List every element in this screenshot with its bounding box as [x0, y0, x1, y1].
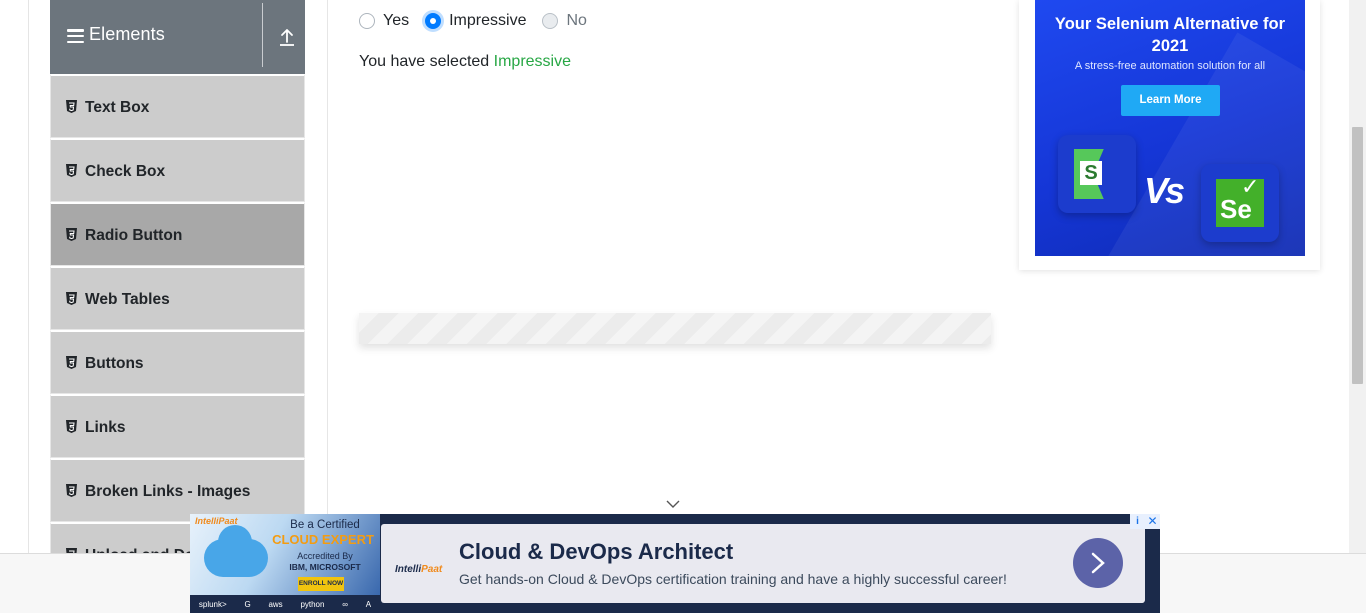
ad-cert-line3: Accredited By: [297, 551, 353, 561]
html5-icon: [66, 228, 77, 241]
sidebar-item-label: Buttons: [85, 355, 144, 372]
radio-yes-label[interactable]: Yes: [383, 12, 409, 30]
html5-icon: [66, 100, 77, 113]
right-advertisement[interactable]: Your Selenium Alternative for 2021 A str…: [1035, 0, 1305, 256]
partner-logos: splunk> G aws python ∞ A: [190, 595, 380, 613]
hamburger-icon: [67, 29, 84, 44]
result-value: Impressive: [493, 53, 571, 70]
sidebar-item-label: Links: [85, 419, 126, 436]
logo-suffix: Paat: [421, 564, 443, 575]
elements-menu: Text Box Check Box Radio Button Web Tabl…: [50, 74, 305, 586]
ad-cert-line1: Be a Certified: [290, 519, 360, 531]
sidebar-item-label: Broken Links - Images: [85, 483, 251, 500]
result-prefix: You have selected: [359, 53, 490, 70]
group-title: Elements: [89, 24, 165, 44]
selenium-logo: Se ✓: [1201, 164, 1279, 242]
ad-cert-line2: CLOUD EXPERT: [272, 532, 374, 547]
sidebar-item-label: Radio Button: [85, 227, 183, 244]
ad-banner-image: IntelliPaat Be a Certified CLOUD EXPERT …: [190, 514, 380, 613]
sidebar-item-links[interactable]: Links: [50, 394, 305, 458]
radio-impressive-circle[interactable]: [425, 13, 442, 29]
ad-cert-line4: IBM, MICROSOFT: [289, 562, 361, 572]
sidebar-item-text-box[interactable]: Text Box: [50, 74, 305, 138]
radio-yes-circle[interactable]: [359, 13, 375, 29]
partner-logo: splunk>: [198, 599, 227, 609]
collapse-up-icon[interactable]: [279, 28, 295, 46]
ad-title[interactable]: Cloud & DevOps Architect: [459, 539, 733, 565]
learn-more-button[interactable]: Learn More: [1121, 85, 1220, 116]
radio-no: No: [542, 12, 587, 30]
ad-arrow-button[interactable]: [1073, 538, 1123, 588]
sidebar-item-radio-button[interactable]: Radio Button: [50, 202, 305, 266]
vertical-scrollbar[interactable]: [1349, 0, 1366, 553]
bottom-advertisement[interactable]: IntelliPaat Be a Certified CLOUD EXPERT …: [190, 514, 1160, 613]
sidebar-item-broken-links-images[interactable]: Broken Links - Images: [50, 458, 305, 522]
chevron-down-icon[interactable]: [666, 500, 680, 509]
radio-yes[interactable]: Yes: [359, 12, 409, 30]
logo-prefix: Intelli: [395, 564, 422, 575]
partner-logo: A: [365, 599, 372, 609]
sidebar-item-label: Check Box: [85, 163, 166, 180]
scrollbar-thumb[interactable]: [1352, 127, 1363, 384]
chevron-right-icon: [1091, 552, 1105, 574]
enroll-now-badge: ENROLL NOW: [298, 577, 344, 591]
ad-brand-small: IntelliPaat: [195, 516, 238, 526]
sidebar-item-label: Text Box: [85, 99, 150, 116]
katalon-logo: S: [1058, 135, 1136, 213]
partner-logo: ∞: [342, 599, 348, 609]
html5-icon: [66, 164, 77, 177]
radio-impressive-label[interactable]: Impressive: [449, 12, 526, 30]
left-divider: [28, 0, 29, 553]
ad-description: Get hands-on Cloud & DevOps certificatio…: [459, 571, 1007, 587]
html5-icon: [66, 356, 77, 369]
page: Elements Text Box Check Box Radio Button…: [0, 0, 1366, 613]
ad-vs-text: Vs: [1144, 170, 1185, 211]
ad-info-icon[interactable]: i: [1130, 514, 1145, 529]
sidebar-item-web-tables[interactable]: Web Tables: [50, 266, 305, 330]
sidebar-item-label: Web Tables: [85, 291, 170, 308]
radio-no-label: No: [566, 12, 587, 29]
ad-subline: A stress-free automation solution for al…: [1074, 60, 1266, 72]
ad-headline: Your Selenium Alternative for 2021: [1054, 15, 1286, 55]
partner-logo: python: [300, 599, 325, 609]
sidebar-item-check-box[interactable]: Check Box: [50, 138, 305, 202]
intellipaat-logo: IntelliPaat: [395, 564, 442, 575]
radio-no-circle: [542, 13, 559, 29]
html5-icon: [66, 484, 77, 497]
header-separator: [262, 3, 263, 67]
elements-group-header[interactable]: Elements: [50, 0, 305, 74]
selection-result: You have selected Impressive: [359, 53, 571, 71]
ad-card[interactable]: IntelliPaat Cloud & DevOps Architect Get…: [381, 524, 1145, 603]
cloud-icon: [204, 525, 268, 577]
html5-icon: [66, 420, 77, 433]
ad-placeholder-strip: [359, 313, 991, 344]
partner-logo: aws: [268, 599, 283, 609]
check-icon: ✓: [1241, 174, 1260, 199]
sidebar-item-buttons[interactable]: Buttons: [50, 330, 305, 394]
html5-icon: [66, 292, 77, 305]
katalon-letter: S: [1080, 161, 1102, 185]
radio-impressive[interactable]: Impressive: [425, 12, 526, 30]
ad-close-icon[interactable]: ✕: [1145, 514, 1160, 529]
partner-logo: G: [244, 599, 251, 609]
radio-group: Yes Impressive No: [359, 12, 603, 30]
